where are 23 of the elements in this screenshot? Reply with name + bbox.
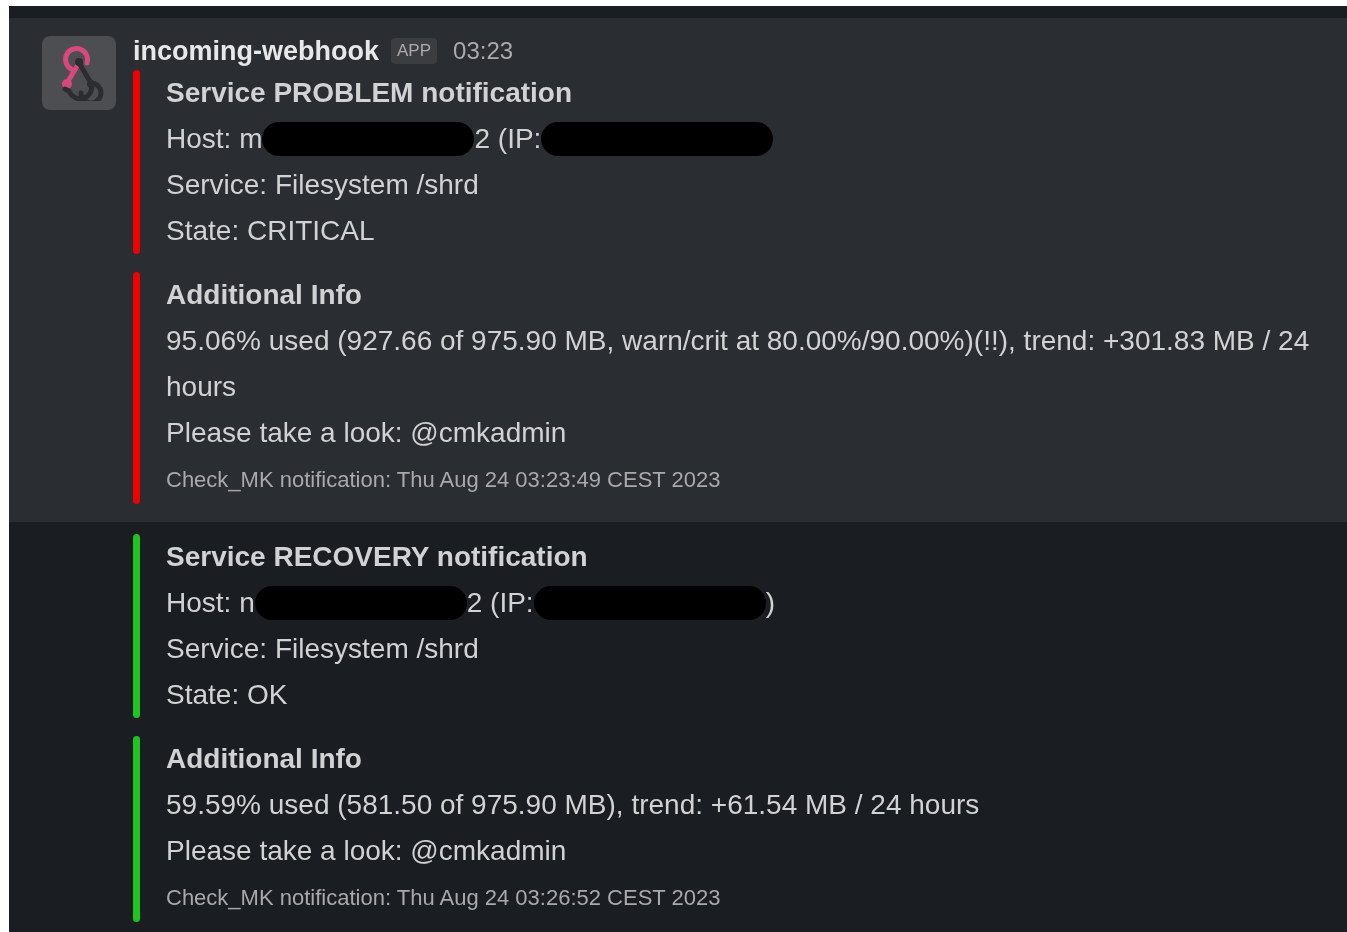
attachment-footer: Check_MK notification: Thu Aug 24 03:23:49 CEST 2023: [166, 456, 1337, 504]
attachment-title: Service PROBLEM notification: [166, 76, 574, 110]
message-text: 2 (IP:: [466, 586, 534, 620]
message-line: Please take a look: @cmkadmin: [166, 416, 568, 450]
sender-name[interactable]: incoming-webhook: [133, 30, 379, 72]
app-badge: APP: [391, 38, 438, 64]
attachment-title: Service RECOVERY notification: [166, 540, 589, 574]
message-text: 2 (IP:: [474, 122, 542, 156]
message-line: 59.59% used (581.50 of 975.90 MB), trend: +61.54 MB / 24 hours: [166, 788, 980, 822]
message-line: 95.06% used (927.66 of 975.90 MB, warn/crit at 80.00%/90.00%)(!!), trend: +301.83 MB / 24 hours: [166, 324, 1311, 404]
attachment-title: Additional Info: [166, 278, 363, 312]
message-text: ): [765, 586, 775, 620]
message-line: State: OK: [166, 678, 289, 712]
message-text: Host: n: [166, 586, 255, 620]
attachment-footer: Check_MK notification: Thu Aug 24 03:26:52 CEST 2023: [166, 874, 980, 922]
message-line: Please take a look: @cmkadmin: [166, 834, 568, 868]
message-line: State: CRITICAL: [166, 214, 376, 248]
message-line: Service: Filesystem /shrd: [166, 168, 480, 202]
message-time[interactable]: 03:23: [453, 33, 514, 69]
bot-avatar[interactable]: [42, 36, 116, 110]
attachment-title: Additional Info: [166, 742, 363, 776]
message-text: Host: m: [166, 122, 263, 156]
message-line: Service: Filesystem /shrd: [166, 632, 480, 666]
